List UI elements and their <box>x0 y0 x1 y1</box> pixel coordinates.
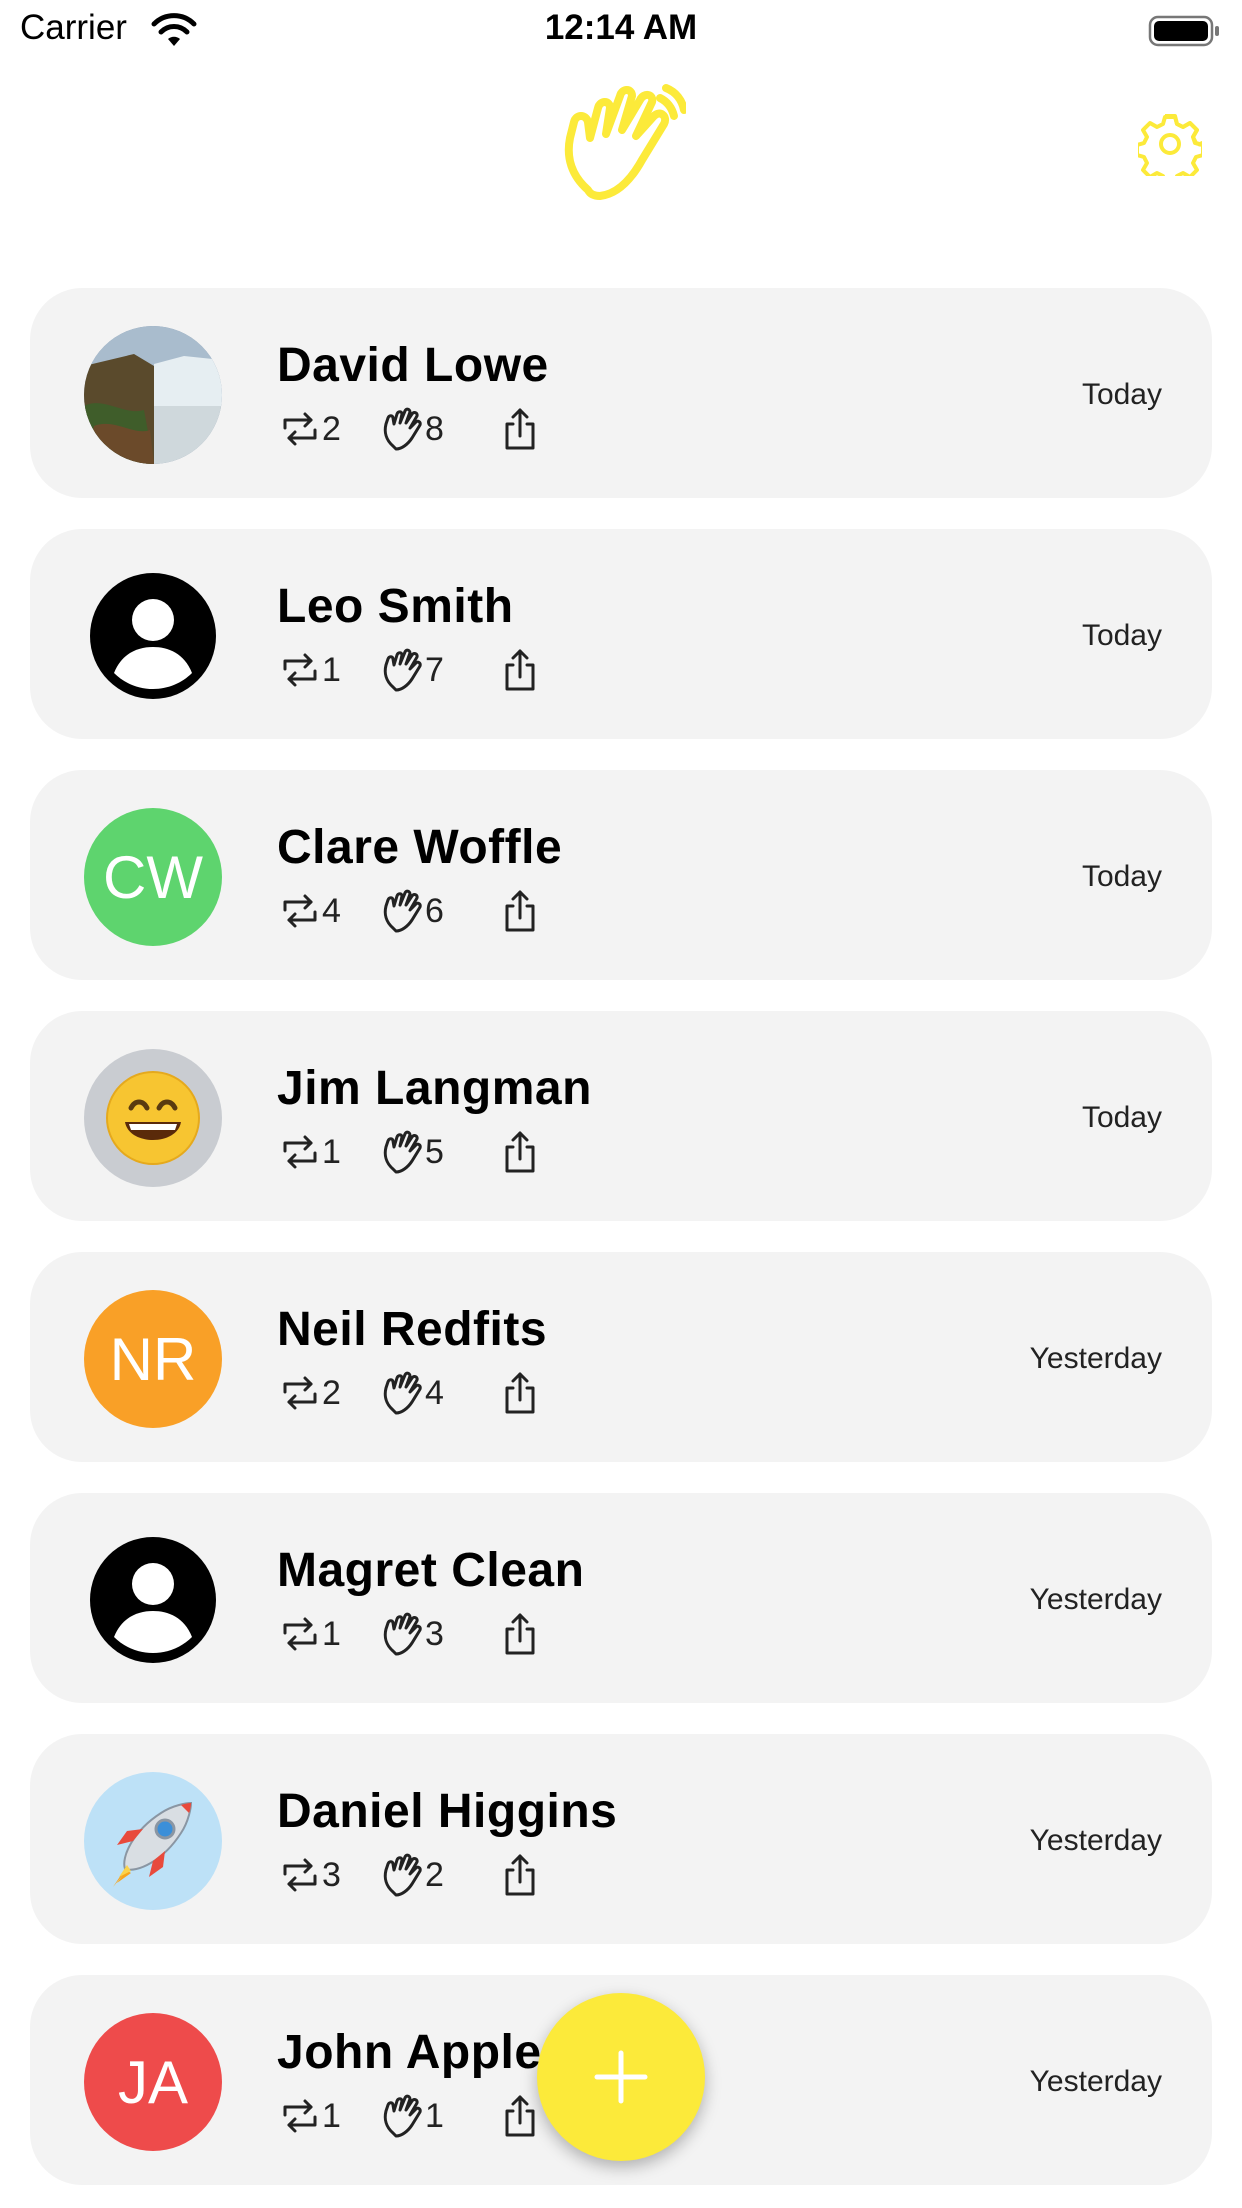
wave-count: 7 <box>425 651 444 689</box>
contact-card[interactable]: CW Clare Woffle 4 6 Today <box>30 770 1212 980</box>
avatar-initials: CW <box>103 843 203 911</box>
repost-count: 1 <box>322 1615 341 1653</box>
contact-date: Today <box>1081 378 1162 411</box>
contact-date: Today <box>1081 619 1162 652</box>
share-icon[interactable] <box>497 1611 543 1657</box>
contact-name: Neil Redfits <box>277 1303 548 1356</box>
wave-count: 2 <box>425 1856 444 1894</box>
contact-date: Today <box>1081 860 1162 893</box>
wave-icon <box>383 407 422 451</box>
wave-icon <box>383 1612 422 1656</box>
wave-count: 5 <box>425 1133 444 1171</box>
waving-hand-icon <box>564 84 686 200</box>
contact-date: Yesterday <box>1029 1342 1162 1375</box>
avatar <box>84 326 222 464</box>
grinning-face-emoji <box>106 1071 200 1165</box>
contact-name: John Apple <box>277 2026 542 2079</box>
status-bar: Carrier 12:14 AM <box>0 0 1242 62</box>
repost-count: 2 <box>322 410 341 448</box>
repost-count: 4 <box>322 892 341 930</box>
avatar <box>84 1049 222 1187</box>
contact-date: Yesterday <box>1029 1824 1162 1857</box>
repost-icon <box>283 2099 317 2133</box>
repost-icon <box>283 1858 317 1892</box>
contact-card[interactable]: NR Neil Redfits 2 4 Yesterday <box>30 1252 1212 1462</box>
contact-name: Clare Woffle <box>277 821 563 874</box>
rocket-emoji <box>113 1801 193 1887</box>
wave-icon <box>383 1130 422 1174</box>
wave-icon <box>383 2094 422 2138</box>
avatar <box>84 1772 222 1910</box>
share-icon[interactable] <box>497 1129 543 1175</box>
share-icon[interactable] <box>497 1852 543 1898</box>
contact-name: Leo Smith <box>277 580 514 633</box>
wave-icon <box>383 1853 422 1897</box>
avatar: NR <box>84 1290 222 1428</box>
contact-card[interactable]: Magret Clean 1 3 Yesterday <box>30 1493 1212 1703</box>
contact-date: Yesterday <box>1029 2065 1162 2098</box>
repost-icon <box>283 894 317 928</box>
wave-count: 3 <box>425 1615 444 1653</box>
contact-card[interactable]: Jim Langman 1 5 Today <box>30 1011 1212 1221</box>
avatar-initials: NR <box>109 1325 197 1393</box>
contact-date: Today <box>1081 1101 1162 1134</box>
contact-card[interactable]: Daniel Higgins 3 2 Yesterday <box>30 1734 1212 1944</box>
person-icon <box>90 1537 216 1663</box>
contact-name: Jim Langman <box>277 1062 592 1115</box>
add-button[interactable] <box>537 1993 705 2161</box>
plus-icon <box>594 2050 648 2104</box>
repost-count: 2 <box>322 1374 341 1412</box>
contact-name: Magret Clean <box>277 1544 585 1597</box>
repost-count: 3 <box>322 1856 341 1894</box>
person-icon <box>90 573 216 699</box>
repost-icon <box>283 1135 317 1169</box>
repost-count: 1 <box>322 651 341 689</box>
gear-icon[interactable] <box>1138 112 1202 176</box>
avatar <box>84 1531 222 1669</box>
repost-icon <box>283 412 317 446</box>
share-icon[interactable] <box>497 2093 543 2139</box>
avatar <box>84 567 222 705</box>
clock: 12:14 AM <box>544 8 698 47</box>
contact-name: David Lowe <box>277 339 549 392</box>
repost-icon <box>283 1376 317 1410</box>
battery-icon <box>1148 15 1219 47</box>
contact-date: Yesterday <box>1029 1583 1162 1616</box>
contact-card[interactable]: David Lowe 2 8 Today <box>30 288 1212 498</box>
repost-icon <box>283 1617 317 1651</box>
repost-count: 1 <box>322 1133 341 1171</box>
contact-card[interactable]: Leo Smith 1 7 Today <box>30 529 1212 739</box>
contact-name: Daniel Higgins <box>277 1785 618 1838</box>
share-icon[interactable] <box>497 1370 543 1416</box>
repost-icon <box>283 653 317 687</box>
avatar: JA <box>84 2013 222 2151</box>
wave-count: 4 <box>425 1374 444 1412</box>
wave-count: 6 <box>425 892 444 930</box>
wave-icon <box>383 648 422 692</box>
share-icon[interactable] <box>497 647 543 693</box>
wave-count: 8 <box>425 410 444 448</box>
wave-count: 1 <box>425 2097 444 2135</box>
wave-icon <box>383 889 422 933</box>
share-icon[interactable] <box>497 406 543 452</box>
avatar: CW <box>84 808 222 946</box>
share-icon[interactable] <box>497 888 543 934</box>
repost-count: 1 <box>322 2097 341 2135</box>
avatar-initials: JA <box>117 2048 189 2116</box>
waterfall-photo <box>84 326 222 464</box>
wave-icon <box>383 1371 422 1415</box>
